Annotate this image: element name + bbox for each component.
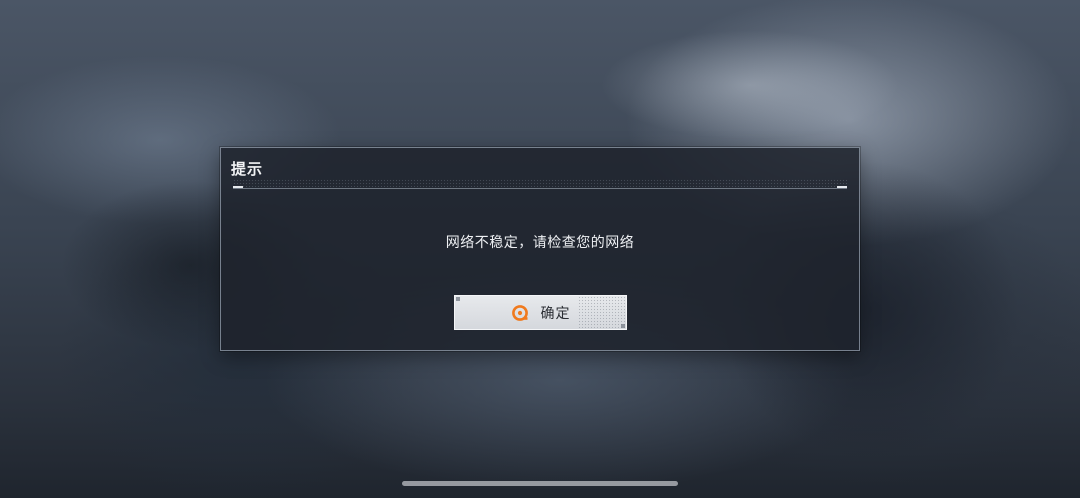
title-divider: [233, 188, 847, 189]
button-corner-bottom-right: [621, 324, 625, 328]
dialog-message: 网络不稳定，请检查您的网络: [445, 235, 635, 251]
background-cloud: [600, 30, 900, 140]
button-corner-top-left: [456, 297, 460, 301]
game-background: 提示 网络不稳定，请检查您的网络 确定: [0, 0, 1080, 498]
circle-confirm-icon: [511, 304, 529, 322]
confirm-button[interactable]: 确定: [454, 295, 627, 330]
divider-cap-right: [837, 186, 847, 188]
divider-cap-left: [233, 186, 243, 188]
network-warning-dialog: 提示 网络不稳定，请检查您的网络 确定: [220, 147, 860, 351]
title-divider-pattern: [233, 179, 847, 187]
confirm-button-label: 确定: [540, 305, 571, 322]
dialog-title: 提示: [231, 160, 264, 178]
home-indicator[interactable]: [402, 481, 678, 486]
